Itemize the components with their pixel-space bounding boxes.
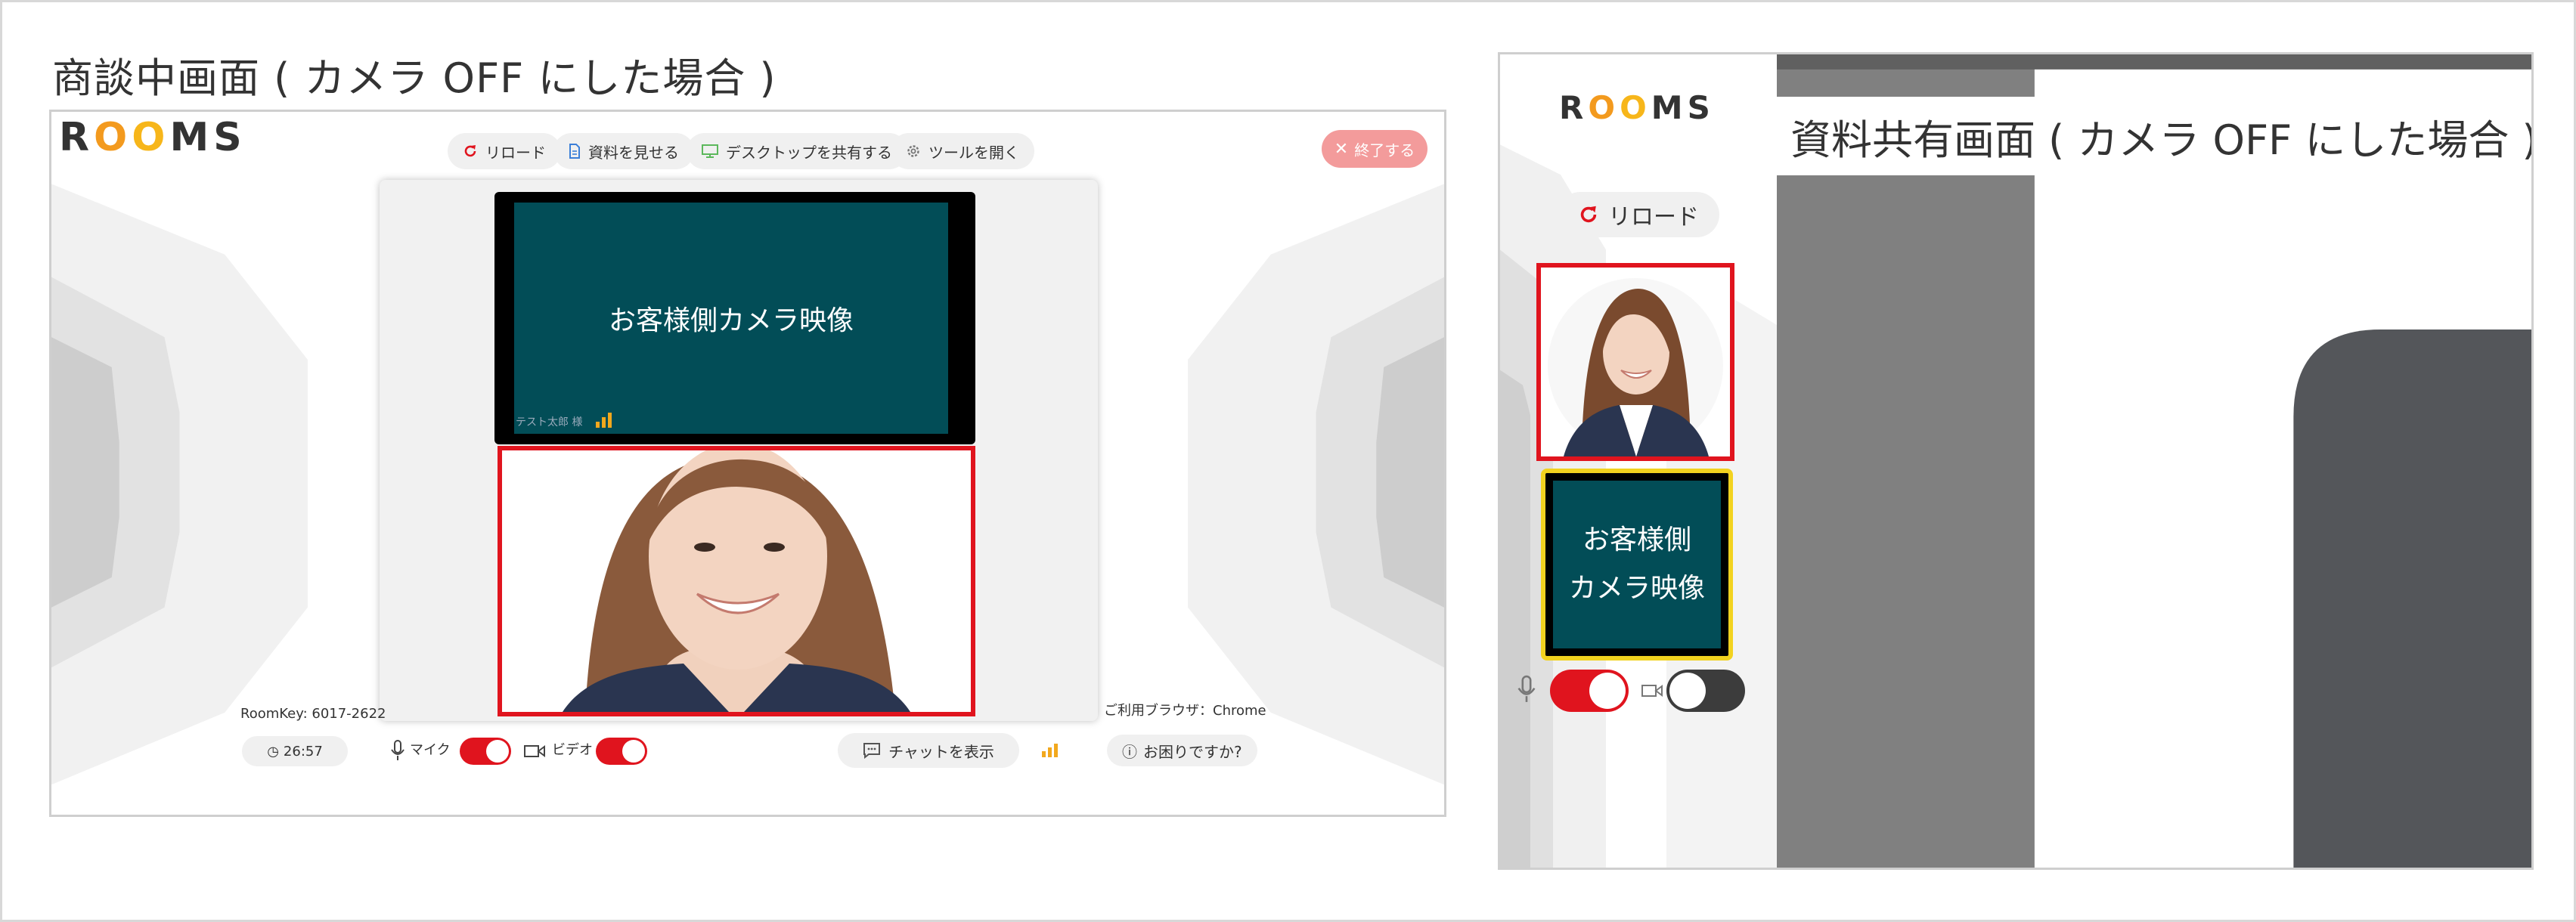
clock-icon: ◷ [267,743,279,760]
rooms-logo: ROOMS [59,115,246,160]
close-icon: ✕ [1334,139,1349,159]
show-chat-label: チャットを表示 [888,742,994,761]
left-panel-heading: 商談中画面 ( カメラ OFF にした場合 ) [52,54,777,102]
sidebar-reload-button[interactable]: リロード [1558,192,1719,237]
sidebar: ROOMS リロード お客様側 カメラ映像 [1500,54,1777,868]
signal-strength-icon [596,413,612,428]
timer: ◷ 26:57 [242,736,348,766]
help-icon: ⓘ [1122,742,1137,761]
share-desktop-button[interactable]: デスクトップを共有する [687,133,907,169]
reload-icon [464,145,476,157]
connection-strength-icon [1042,744,1058,757]
sidebar-rooms-logo: ROOMS [1559,89,1715,126]
mic-toggle-knob [486,740,509,763]
reload-icon [1580,206,1597,223]
customer-video-thumbnail-placeholder: お客様側 カメラ映像 [1553,481,1721,648]
sidebar-video-toggle-knob [1669,673,1706,709]
help-label: お困りですか? [1143,742,1242,761]
material-sharing-screen: ROOMS リロード お客様側 カメラ映像 資料共有画面 (カメラ OFF に… [1498,52,2534,870]
self-video-thumbnail [1536,263,1734,461]
end-meeting-button[interactable]: ✕ 終了する [1322,130,1427,168]
right-panel-heading: 資料共有画面 ( カメラ OFF にした場合 ) [1774,97,2531,175]
video-stage: お客様側カメラ映像 テスト太郎 様 [380,180,1098,721]
show-chat-button[interactable]: チャットを表示 [838,733,1019,768]
customer-video: お客様側カメラ映像 テスト太郎 様 [494,192,975,444]
sidebar-mic-toggle[interactable] [1550,670,1629,712]
video-camera-icon [524,745,545,757]
customer-thumb-line2: カメラ映像 [1568,573,1705,604]
timer-value: 26:57 [283,743,323,760]
mic-label: マイク [410,742,451,758]
share-desktop-label: デスクトップを共有する [726,143,892,162]
chat-icon [863,743,881,759]
open-tools-label: ツールを開く [928,143,1019,162]
customer-name: テスト太郎 様 [516,416,583,429]
show-material-button[interactable]: 資料を見せる [553,133,694,169]
monitor-icon [702,144,718,158]
gear-icon [907,145,919,157]
page: 商談中画面 ( カメラ OFF にした場合 ) ROOMS リロード 資料を見せ… [0,0,2576,922]
document-icon [569,144,580,159]
microphone-icon [391,740,405,760]
sidebar-video-toggle[interactable] [1666,670,1745,712]
customer-thumb-line1: お客様側 [1582,524,1691,555]
customer-video-placeholder: お客様側カメラ映像 [514,203,948,434]
mic-toggle[interactable] [460,738,511,765]
browser-info: ご利用ブラウザ：Chrome [1104,703,1266,719]
sidebar-reload-label: リロード [1608,204,1699,230]
customer-video-thumbnail: お客様側 カメラ映像 [1541,469,1733,661]
customer-video-label: お客様側カメラ映像 [608,305,854,336]
self-video [498,446,975,716]
show-material-label: 資料を見せる [588,143,679,162]
reload-button[interactable]: リロード [448,133,561,169]
microphone-icon [1517,675,1536,702]
video-toggle[interactable] [596,738,647,765]
video-camera-icon [1641,685,1663,697]
video-label: ビデオ [552,742,593,758]
sidebar-decoration [1500,144,1777,868]
room-key: RoomKey: 6017-2622 [240,706,386,722]
video-toggle-knob [622,740,645,763]
meeting-screen: ROOMS リロード 資料を見せる デスクトップを共有する ツールを開く ✕ 終… [49,110,1446,817]
person-photo [502,450,971,712]
end-meeting-label: 終了する [1354,141,1415,159]
reload-label: リロード [485,143,546,162]
open-tools-button[interactable]: ツールを開く [891,133,1034,169]
sidebar-mic-toggle-knob [1589,673,1626,709]
help-button[interactable]: ⓘ お困りですか? [1107,735,1257,766]
person-photo [1541,268,1730,456]
